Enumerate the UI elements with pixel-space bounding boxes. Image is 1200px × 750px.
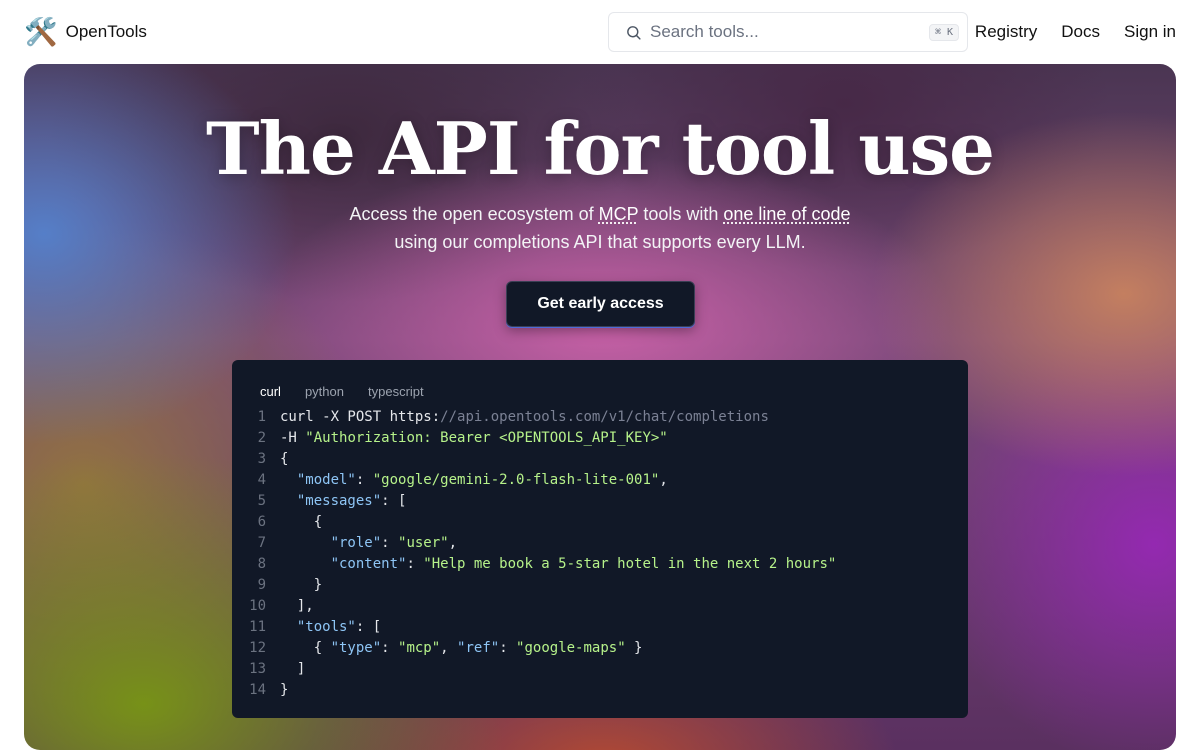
code-token: "google-maps" — [516, 640, 626, 656]
code-line: 7 "role": "user", — [232, 533, 968, 554]
brand-logo[interactable]: 🛠️ OpenTools — [24, 16, 147, 48]
tools-icon: 🛠️ — [24, 17, 58, 47]
search-shortcut-badge: ⌘ K — [928, 23, 959, 41]
line-number: 2 — [257, 430, 266, 446]
line-number: 10 — [249, 598, 266, 614]
code-token: "model" — [296, 472, 356, 488]
hero-section: The API for tool use Access the open eco… — [24, 64, 1176, 750]
top-header: 🛠️ OpenTools ⌘ K Registry Docs Sign in — [0, 0, 1200, 64]
line-number: 6 — [257, 514, 266, 530]
code-line: 8 "content": "Help me book a 5-star hote… — [232, 554, 968, 575]
code-token: "google/gemini-2.0-flash-lite-001" — [372, 472, 660, 488]
search-box[interactable]: ⌘ K — [608, 12, 968, 52]
code-line: 9 } — [232, 575, 968, 596]
code-token: "Help me book a 5-star hotel in the next… — [423, 556, 837, 572]
code-line: 2 -H "Authorization: Bearer <OPENTOOLS_AP… — [232, 428, 968, 449]
code-token: "type" — [330, 640, 382, 656]
code-token: "tools" — [296, 619, 356, 635]
get-early-access-button[interactable]: Get early access — [506, 281, 695, 327]
nav-link-docs[interactable]: Docs — [1061, 22, 1100, 42]
nav-link-registry[interactable]: Registry — [975, 22, 1037, 42]
line-number: 11 — [249, 619, 266, 635]
code-line: 13 ] — [232, 659, 968, 680]
line-number: 14 — [249, 682, 266, 698]
code-token: curl -X POST https: — [280, 409, 441, 425]
code-line: 14} — [232, 680, 968, 701]
subtitle-text: tools with — [638, 204, 724, 224]
line-number: 1 — [257, 409, 266, 425]
nav-link-sign-in[interactable]: Sign in — [1124, 22, 1176, 42]
tab-typescript[interactable]: typescript — [356, 382, 436, 402]
line-number: 3 — [257, 451, 266, 467]
code-token: //api.opentools.com/v1/chat/completions — [440, 409, 769, 425]
search-icon — [627, 25, 641, 40]
tab-python[interactable]: python — [293, 382, 356, 402]
code-token: "Authorization: Bearer <OPENTOOLS_API_KE… — [305, 430, 668, 446]
top-nav: Registry Docs Sign in — [975, 16, 1176, 48]
tab-curl[interactable]: curl — [248, 382, 293, 402]
subtitle-text-line2: using our completions API that supports … — [394, 232, 806, 252]
line-number: 4 — [257, 472, 266, 488]
line-number: 8 — [257, 556, 266, 572]
code-token: "role" — [330, 535, 382, 551]
mcp-term[interactable]: MCP — [599, 204, 639, 224]
code-token: "mcp" — [398, 640, 441, 656]
code-line: 11 "tools": [ — [232, 617, 968, 638]
one-line-of-code-link[interactable]: one line of code — [723, 204, 850, 224]
code-token: -H — [280, 430, 306, 446]
code-tabs: curl python typescript — [248, 382, 436, 402]
line-number: 13 — [249, 661, 266, 677]
brand-name: OpenTools — [65, 22, 147, 41]
code-token: "ref" — [457, 640, 500, 656]
code-line: 3{ — [232, 449, 968, 470]
code-token: "messages" — [296, 493, 382, 509]
hero-subtitle: Access the open ecosystem of MCP tools w… — [24, 200, 1176, 256]
line-number: 7 — [257, 535, 266, 551]
code-block: 1 curl -X POST https://api.opentools.com/… — [232, 407, 968, 701]
hero-title: The API for tool use — [206, 106, 995, 191]
line-number: 12 — [249, 640, 266, 656]
code-token: "content" — [330, 556, 407, 572]
code-line: 12 { "type": "mcp", "ref": "google-maps"… — [232, 638, 968, 659]
code-line: 1 curl -X POST https://api.opentools.com/… — [232, 407, 968, 428]
code-line: 10 ], — [232, 596, 968, 617]
code-line: 6 { — [232, 512, 968, 533]
code-example-panel: curl python typescript 1 curl -X POST htt… — [232, 360, 968, 718]
subtitle-text: Access the open ecosystem of — [349, 204, 599, 224]
line-number: 5 — [257, 493, 266, 509]
line-number: 9 — [257, 577, 266, 593]
code-token: "user" — [398, 535, 449, 551]
code-line: 5 "messages": [ — [232, 491, 968, 512]
search-input[interactable] — [650, 13, 929, 51]
code-line: 4 "model": "google/gemini-2.0-flash-lite… — [232, 470, 968, 491]
